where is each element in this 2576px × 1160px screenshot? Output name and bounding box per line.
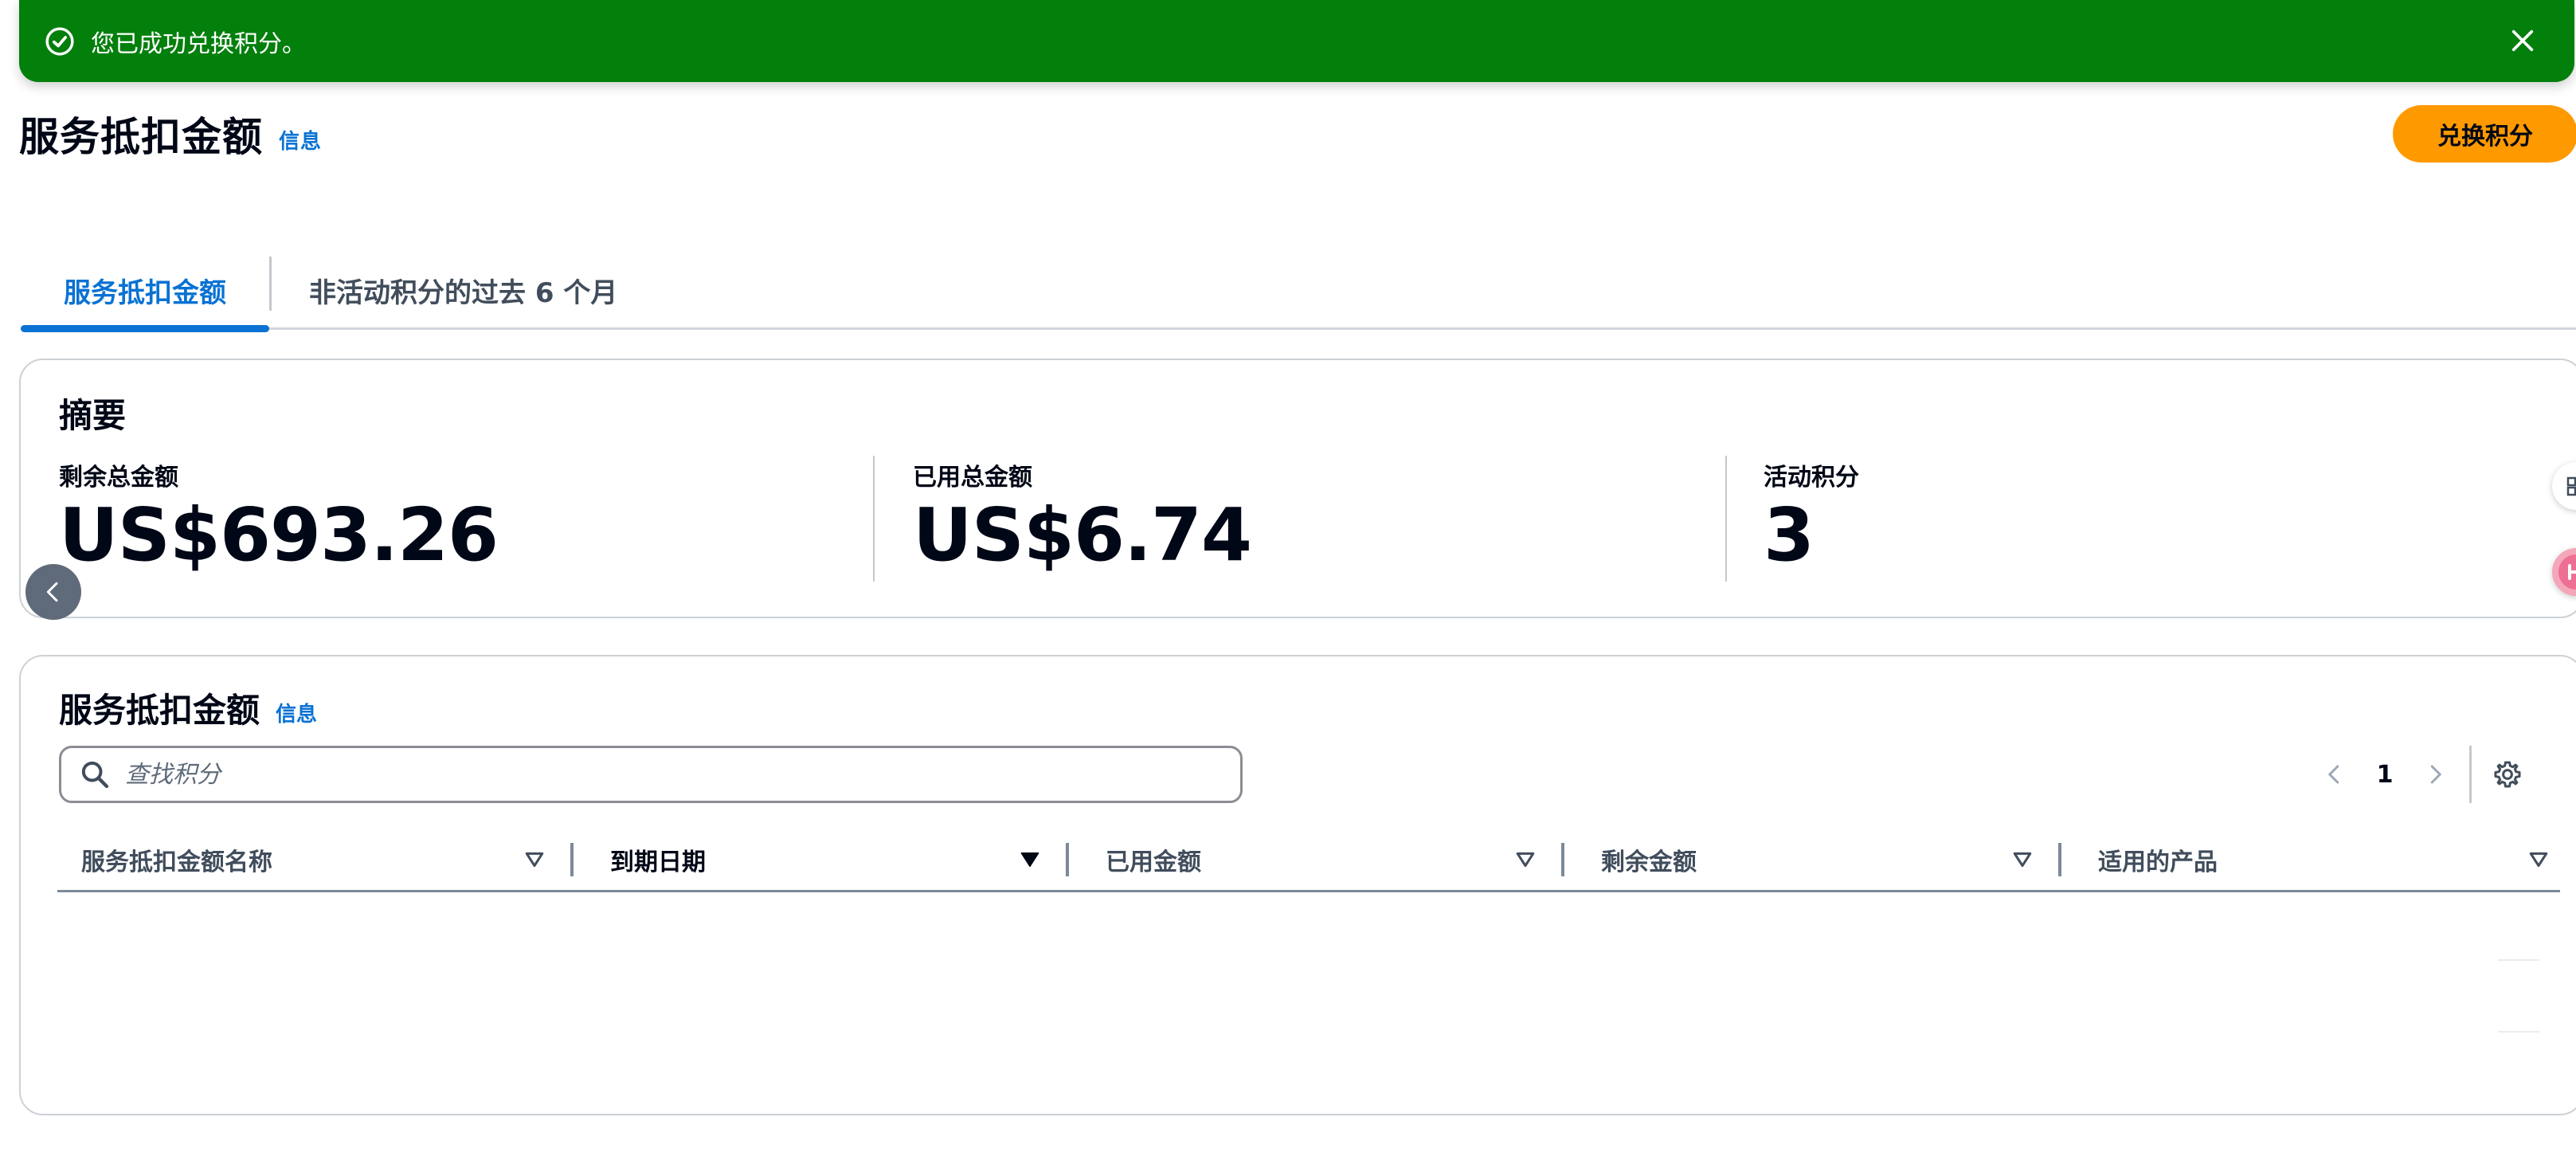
table-header: 服务抵扣金额名称 到期日期 已用金额 剩余金额 适用的产品 [57,827,2560,892]
column-resizer[interactable] [2058,843,2061,876]
summary-container: 摘要 剩余总金额 US$693.26 已用总金额 US$6.74 活动积分 3 [19,359,2576,620]
pagination: 1 [2315,746,2527,803]
tab-service-credits[interactable]: 服务抵扣金额 [21,253,269,332]
sort-triangle-filled-icon [1020,852,1039,868]
sort-icon[interactable] [1018,848,1042,872]
table-preferences-button[interactable] [2488,754,2527,794]
flash-message: 您已成功兑换积分。 [91,29,306,58]
column-header-remaining-amount[interactable]: 剩余金额 [1601,827,2015,892]
sort-icon[interactable] [2527,848,2551,872]
column-resizer[interactable] [1066,843,1069,876]
pager-divider [2469,746,2472,803]
summary-item-used: 已用总金额 US$6.74 [913,457,1252,578]
active-tab-indicator [21,325,269,332]
redeem-credits-button[interactable]: 兑换积分 [2393,105,2576,163]
summary-label: 活动积分 [1764,464,1859,492]
scroll-left-button[interactable] [25,564,81,620]
tabs: 服务抵扣金额 非活动积分的过去 6 个月 [21,253,2576,332]
column-resizer[interactable] [570,843,574,876]
tab-divider [269,257,272,311]
chevron-left-icon [46,582,58,602]
column-label: 到期日期 [610,848,706,876]
service-credits-table-container: 服务抵扣金额信息 1 服务抵扣金额名称 [19,655,2576,1115]
summary-item-active-credits: 活动积分 3 [1764,457,1859,572]
summary-value: US$6.74 [913,492,1252,578]
column-resizer[interactable] [1561,843,1564,876]
search-icon [81,761,109,789]
summary-label: 已用总金额 [913,464,1032,492]
column-header-used-amount[interactable]: 已用金额 [1106,827,1520,892]
table-title-text: 服务抵扣金额 [59,691,260,730]
column-label: 已用金额 [1106,848,1201,876]
summary-title: 摘要 [59,396,127,435]
sort-triangle-outline-icon [525,852,544,868]
table-title: 服务抵扣金额 信息 [59,684,317,732]
summary-divider [1725,456,1727,582]
dismiss-flash-button[interactable] [2503,21,2543,61]
sort-icon[interactable] [1513,848,1537,872]
summary-divider [873,456,875,582]
column-header-applicable-products[interactable]: 适用的产品 [2098,827,2512,892]
column-label: 适用的产品 [2098,848,2218,876]
column-label: 剩余金额 [1601,848,1697,876]
sort-triangle-outline-icon [2529,852,2548,868]
info-link[interactable]: 信息 [279,130,322,154]
column-label: 服务抵扣金额名称 [81,848,272,876]
info-link[interactable]: 信息 [276,703,317,727]
column-header-expiry-date[interactable]: 到期日期 [610,827,1024,892]
page-title: 服务抵扣金额 信息 [19,105,322,163]
next-page-button[interactable] [2415,754,2455,794]
page-number[interactable]: 1 [2355,761,2415,789]
page-title-text: 服务抵扣金额 [19,114,263,160]
tab-label: 非活动积分的过去 6 个月 [309,277,618,309]
table-row-divider [2498,1031,2539,1033]
previous-page-button[interactable] [2315,754,2355,794]
tab-inactive-credits[interactable]: 非活动积分的过去 6 个月 [309,253,617,327]
sort-triangle-outline-icon [1516,852,1535,868]
chevron-left-icon [2328,765,2339,784]
sort-icon[interactable] [523,848,546,872]
gear-icon [2494,761,2521,788]
column-header-name[interactable]: 服务抵扣金额名称 [81,827,527,892]
summary-value: US$693.26 [59,492,499,578]
success-flash-banner: 您已成功兑换积分。 [19,0,2574,82]
check-circle-icon [45,26,74,56]
sort-triangle-outline-icon [2013,852,2032,868]
chevron-right-icon [2430,765,2441,784]
search-field[interactable] [59,746,1243,803]
close-icon [2511,29,2534,52]
search-input[interactable] [123,759,1159,790]
tab-label: 服务抵扣金额 [64,277,226,309]
summary-item-remaining: 剩余总金额 US$693.26 [59,457,499,578]
table-row-divider [2498,959,2539,961]
summary-value: 3 [1764,492,1815,578]
summary-label: 剩余总金额 [59,464,178,492]
sort-icon[interactable] [2010,848,2034,872]
